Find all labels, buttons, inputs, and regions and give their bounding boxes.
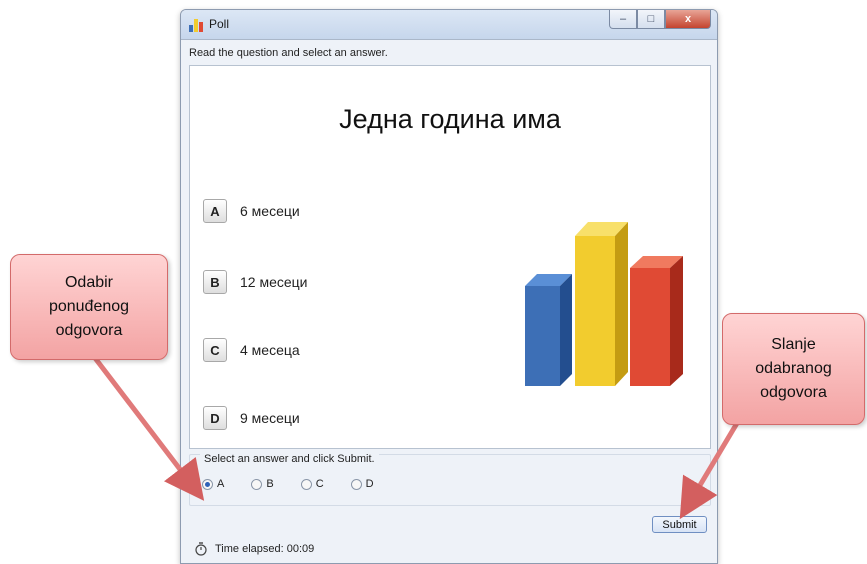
right-callout: Slanje odabranog odgovora (722, 313, 865, 425)
left-callout: Odabir ponuđenog odgovora (10, 254, 168, 360)
left-callout-arrow (92, 355, 205, 501)
